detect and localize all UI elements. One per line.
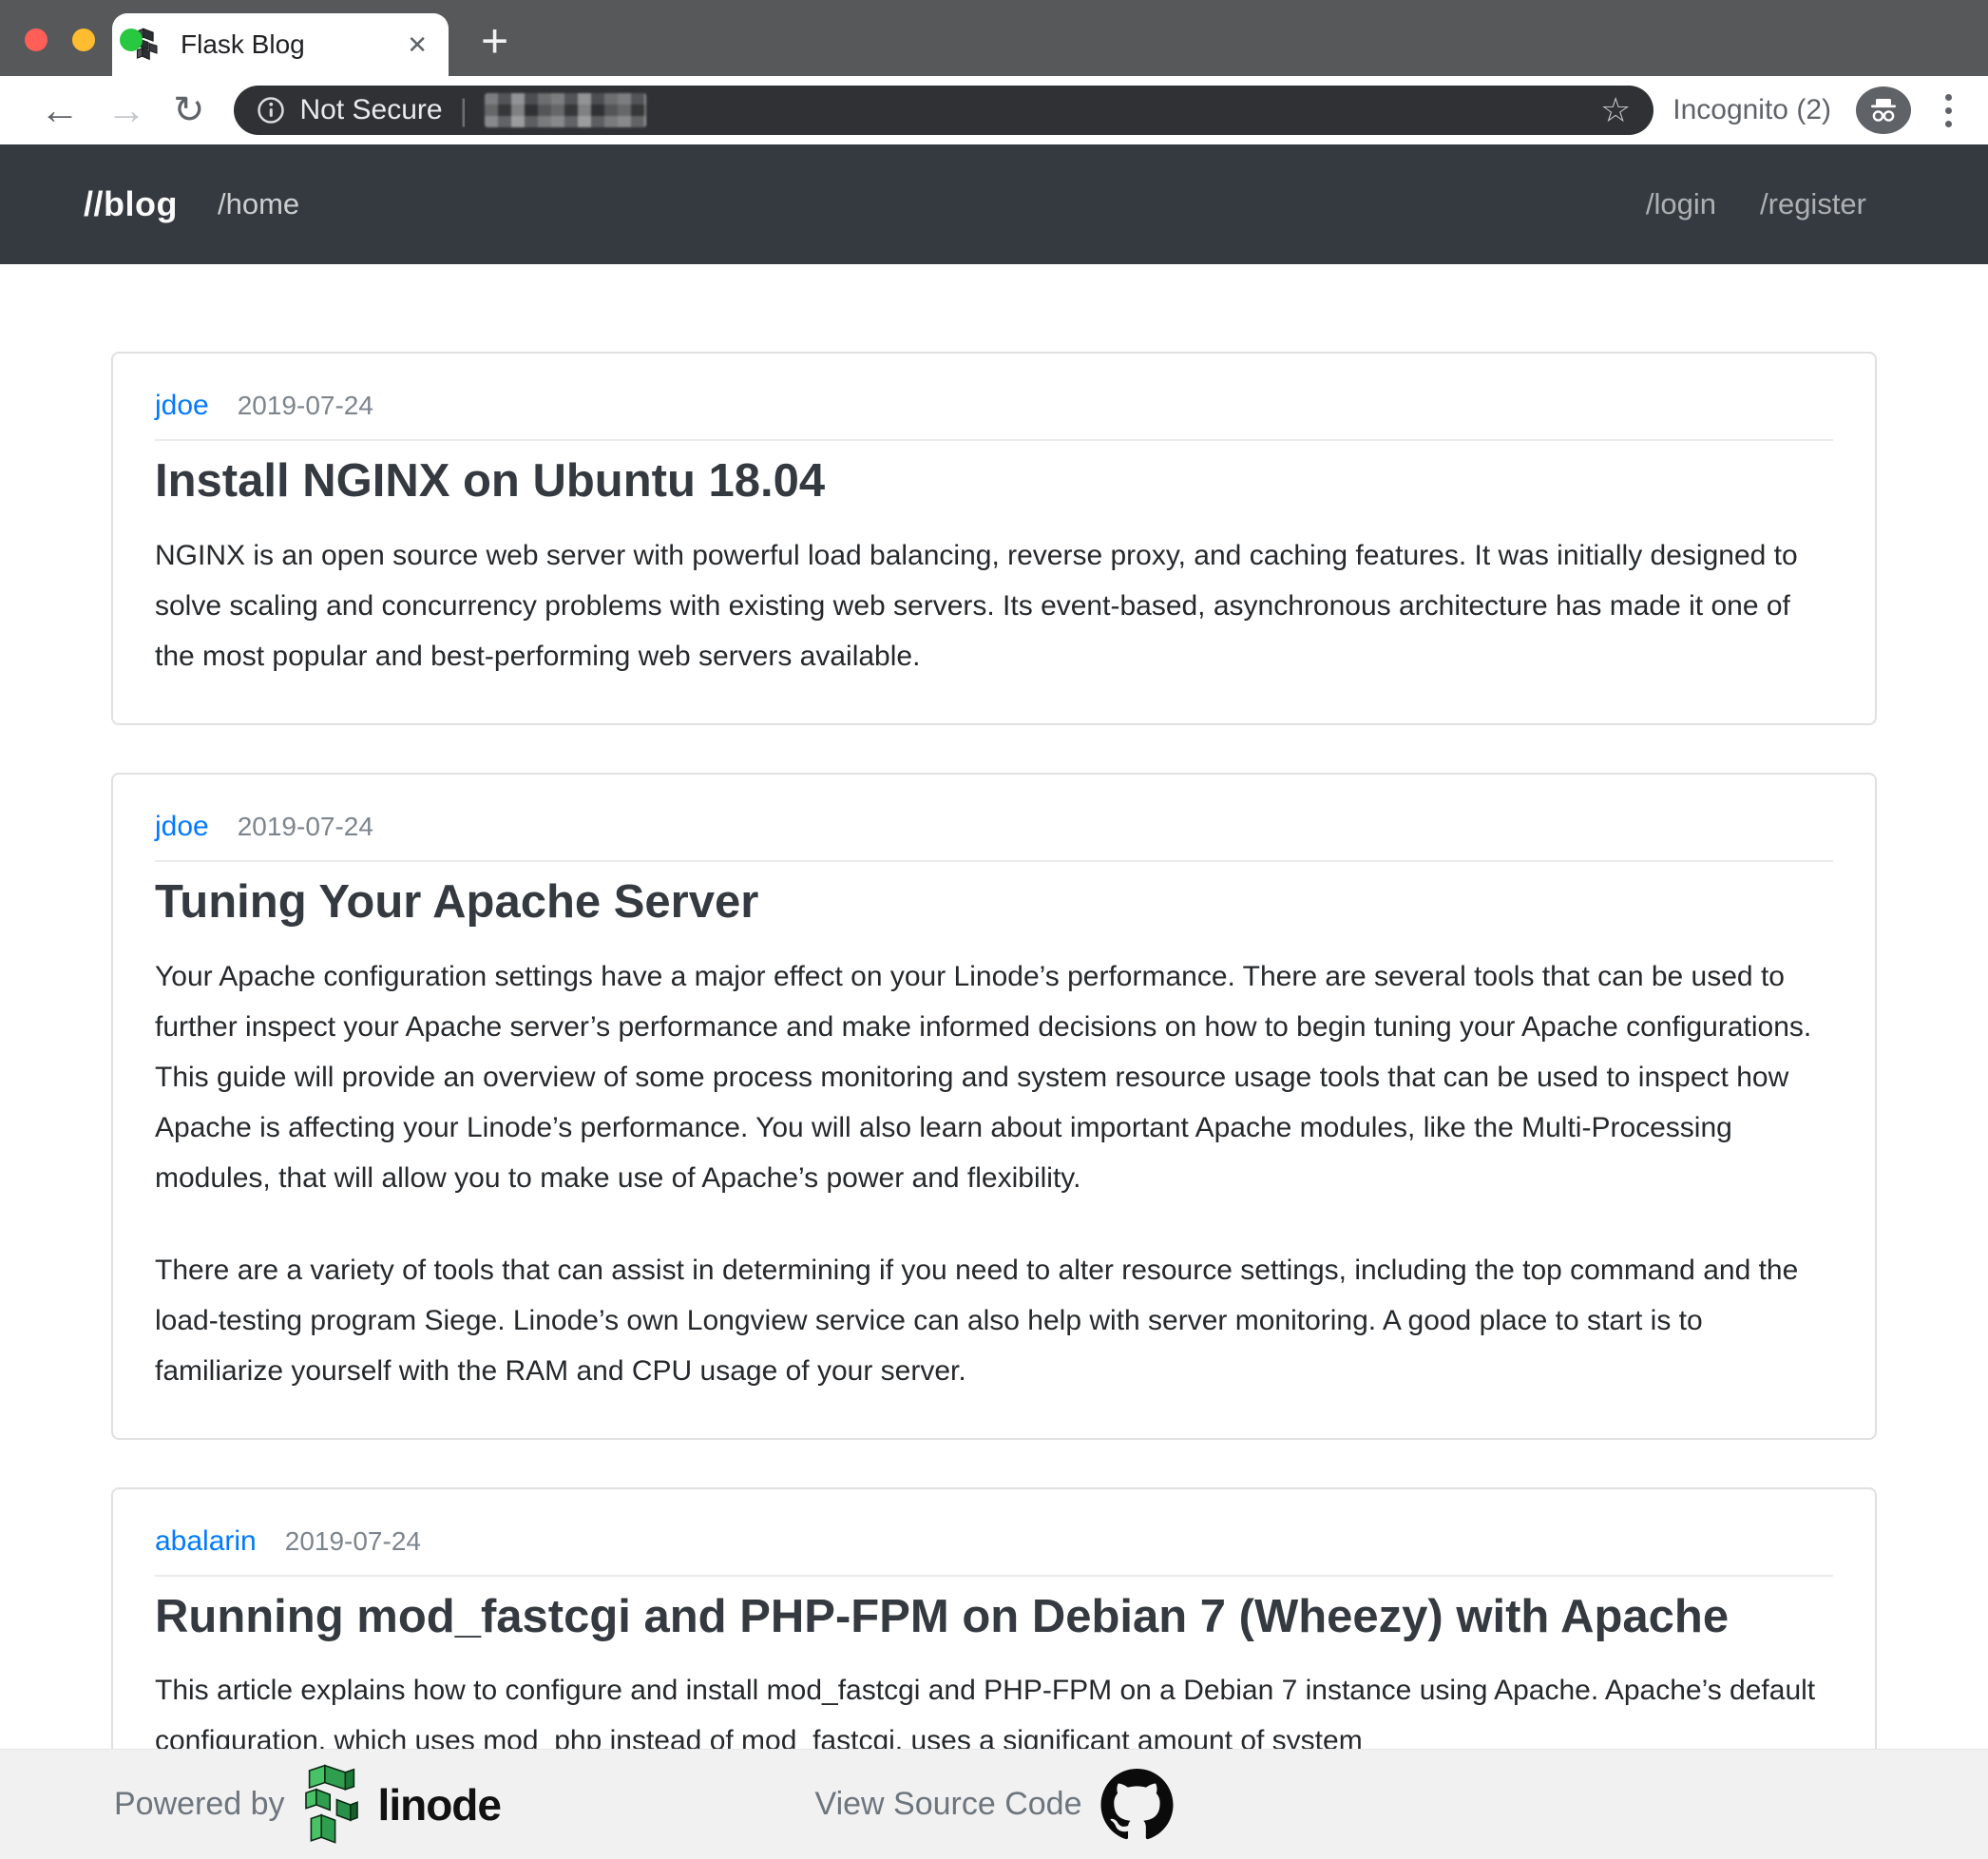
- info-icon[interactable]: [257, 96, 285, 125]
- address-bar[interactable]: Not Secure | ☆: [234, 86, 1654, 135]
- post-date: 2019-07-24: [285, 1526, 421, 1557]
- post-list: jdoe 2019-07-24 Install NGINX on Ubuntu …: [111, 352, 1877, 1810]
- browser-tab[interactable]: Flask Blog ✕: [112, 13, 449, 76]
- navbar-link-register[interactable]: /register: [1760, 187, 1866, 221]
- profile-area: Incognito (2): [1673, 86, 1961, 134]
- browser-toolbar: ← → ↻ Not Secure | ☆ Incognito (2): [0, 76, 1988, 144]
- tab-title: Flask Blog: [181, 29, 305, 60]
- github-icon[interactable]: [1100, 1769, 1173, 1841]
- post-card: jdoe 2019-07-24 Tuning Your Apache Serve…: [111, 773, 1877, 1440]
- window-minimize-button[interactable]: [72, 29, 95, 51]
- post-title[interactable]: Tuning Your Apache Server: [155, 875, 1833, 930]
- reload-icon[interactable]: ↻: [160, 91, 219, 129]
- obscured-url: [485, 93, 646, 127]
- post-meta-divider: [155, 439, 1833, 441]
- new-tab-icon[interactable]: +: [481, 17, 508, 65]
- post-body: NGINX is an open source web server with …: [155, 530, 1833, 681]
- post-meta-divider: [155, 1575, 1833, 1577]
- tab-close-icon[interactable]: ✕: [407, 30, 428, 60]
- page-footer: Powered by linode View Source Code: [0, 1749, 1988, 1859]
- post-meta: abalarin 2019-07-24: [155, 1525, 1833, 1558]
- browser-menu-icon[interactable]: [1936, 94, 1961, 127]
- post-meta: jdoe 2019-07-24: [155, 811, 1833, 843]
- linode-logo-icon: [300, 1762, 363, 1848]
- navbar-right-links: /login /register: [1646, 187, 1866, 221]
- browser-tabstrip: Flask Blog ✕ +: [0, 0, 1988, 76]
- post-paragraph: NGINX is an open source web server with …: [155, 530, 1833, 681]
- post-card: jdoe 2019-07-24 Install NGINX on Ubuntu …: [111, 352, 1877, 725]
- post-author-link[interactable]: abalarin: [155, 1525, 257, 1558]
- post-paragraph: Your Apache configuration settings have …: [155, 951, 1833, 1203]
- post-author-link[interactable]: jdoe: [155, 811, 209, 843]
- linode-wordmark: linode: [378, 1779, 501, 1830]
- post-meta: jdoe 2019-07-24: [155, 390, 1833, 422]
- forward-icon[interactable]: →: [93, 90, 160, 130]
- post-paragraph: There are a variety of tools that can as…: [155, 1245, 1833, 1396]
- post-author-link[interactable]: jdoe: [155, 390, 209, 422]
- bookmark-star-icon[interactable]: ☆: [1600, 90, 1631, 130]
- navbar-link-login[interactable]: /login: [1646, 187, 1716, 221]
- post-title[interactable]: Install NGINX on Ubuntu 18.04: [155, 454, 1833, 509]
- site-navbar: //blog /home /login /register: [0, 144, 1988, 264]
- window-close-button[interactable]: [25, 29, 48, 51]
- post-title[interactable]: Running mod_fastcgi and PHP-FPM on Debia…: [155, 1590, 1833, 1645]
- omnibox-separator: |: [460, 93, 468, 128]
- powered-by-label: Powered by: [114, 1786, 285, 1823]
- post-date: 2019-07-24: [238, 812, 373, 842]
- view-source-label: View Source Code: [815, 1786, 1082, 1823]
- window-zoom-button[interactable]: [120, 29, 143, 51]
- not-secure-label: Not Secure: [300, 94, 443, 126]
- view-source-group[interactable]: View Source Code: [815, 1769, 1174, 1841]
- incognito-label: Incognito (2): [1673, 94, 1831, 126]
- navbar-brand[interactable]: //blog: [84, 184, 178, 224]
- incognito-icon[interactable]: [1856, 86, 1911, 134]
- post-date: 2019-07-24: [238, 391, 373, 421]
- post-body: Your Apache configuration settings have …: [155, 951, 1833, 1396]
- navbar-link-home[interactable]: /home: [218, 187, 299, 221]
- post-meta-divider: [155, 860, 1833, 862]
- powered-by-group[interactable]: Powered by linode: [114, 1762, 501, 1848]
- window-controls: [25, 29, 143, 51]
- back-icon[interactable]: ←: [27, 90, 93, 130]
